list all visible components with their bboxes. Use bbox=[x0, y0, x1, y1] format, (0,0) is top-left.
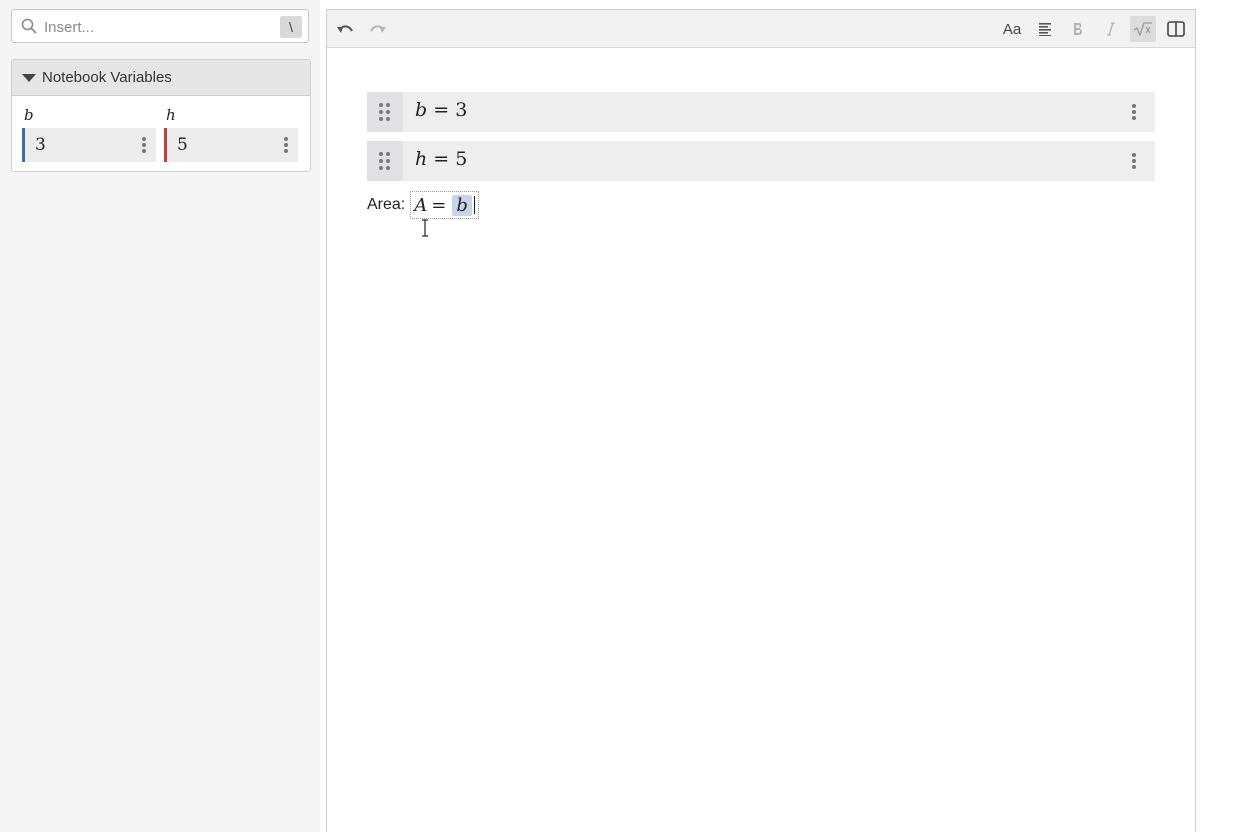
variable-card-b[interactable]: b 3 bbox=[22, 106, 156, 162]
italic-icon bbox=[1107, 22, 1115, 36]
notebook-variables-title: Notebook Variables bbox=[42, 69, 172, 86]
math-equals: = bbox=[431, 194, 447, 216]
more-vertical-icon[interactable] bbox=[284, 137, 288, 153]
font-button[interactable]: Aa bbox=[999, 16, 1025, 42]
variable-card-h[interactable]: h 5 bbox=[164, 106, 298, 162]
redo-icon bbox=[370, 25, 386, 33]
align-button[interactable] bbox=[1032, 16, 1058, 42]
redo-button[interactable] bbox=[365, 16, 391, 42]
font-icon: Aa bbox=[1002, 20, 1022, 38]
bold-button[interactable] bbox=[1065, 16, 1091, 42]
sidebar: \ Notebook Variables b 3 h 5 bbox=[0, 0, 320, 832]
expr-value: 5 bbox=[455, 148, 468, 170]
more-vertical-icon[interactable] bbox=[142, 137, 146, 153]
more-vertical-icon[interactable] bbox=[1132, 153, 1136, 171]
variable-value: 5 bbox=[177, 135, 188, 155]
notebook-variables-panel: Notebook Variables b 3 h 5 bbox=[11, 59, 311, 172]
expr-variable: b bbox=[415, 99, 428, 121]
sqrt-icon bbox=[1133, 22, 1152, 36]
editor-toolbar: Aa bbox=[327, 10, 1195, 48]
selected-variable[interactable]: b bbox=[452, 194, 472, 216]
italic-button[interactable] bbox=[1098, 16, 1124, 42]
math-row-b[interactable]: b = 3 bbox=[367, 92, 1155, 132]
math-lhs: A bbox=[414, 194, 428, 216]
expr-value: 3 bbox=[455, 99, 468, 121]
undo-button[interactable] bbox=[332, 16, 358, 42]
inline-math-field[interactable]: A = b bbox=[410, 191, 479, 219]
split-view-icon bbox=[1167, 21, 1185, 37]
text-cursor-icon bbox=[422, 219, 428, 237]
drag-handle[interactable] bbox=[367, 92, 403, 132]
drag-handle[interactable] bbox=[367, 141, 403, 181]
undo-icon bbox=[337, 25, 353, 33]
more-vertical-icon[interactable] bbox=[1132, 104, 1136, 122]
math-expression[interactable]: b = 3 bbox=[415, 99, 467, 121]
bold-icon bbox=[1074, 23, 1082, 35]
expr-equals: = bbox=[433, 99, 450, 121]
variable-value-box[interactable]: 5 bbox=[164, 128, 298, 162]
expr-equals: = bbox=[433, 148, 450, 170]
variable-value-box[interactable]: 3 bbox=[22, 128, 156, 162]
caret-down-icon bbox=[22, 73, 36, 82]
grip-icon bbox=[379, 152, 391, 170]
search-icon bbox=[21, 18, 37, 34]
split-view-button[interactable] bbox=[1163, 16, 1189, 42]
shortcut-badge: \ bbox=[280, 16, 302, 38]
math-expression[interactable]: h = 5 bbox=[415, 148, 467, 170]
text-paragraph[interactable]: Area: A = b bbox=[367, 190, 479, 220]
notebook-variables-header[interactable]: Notebook Variables bbox=[12, 60, 310, 96]
grip-icon bbox=[379, 103, 391, 121]
text-caret bbox=[473, 196, 475, 214]
area-label: Area: bbox=[367, 196, 406, 213]
variable-value: 3 bbox=[35, 135, 46, 155]
insert-search-box[interactable]: \ bbox=[11, 9, 309, 43]
math-row-h[interactable]: h = 5 bbox=[367, 141, 1155, 181]
math-button[interactable] bbox=[1130, 16, 1156, 42]
variable-name: b bbox=[24, 106, 34, 124]
variable-name: h bbox=[166, 106, 176, 124]
align-icon bbox=[1039, 23, 1051, 36]
notebook-editor: Aa b = 3 h = 5 Area: A = b bbox=[326, 9, 1196, 832]
insert-search-input[interactable] bbox=[42, 16, 286, 38]
expr-variable: h bbox=[415, 148, 428, 170]
